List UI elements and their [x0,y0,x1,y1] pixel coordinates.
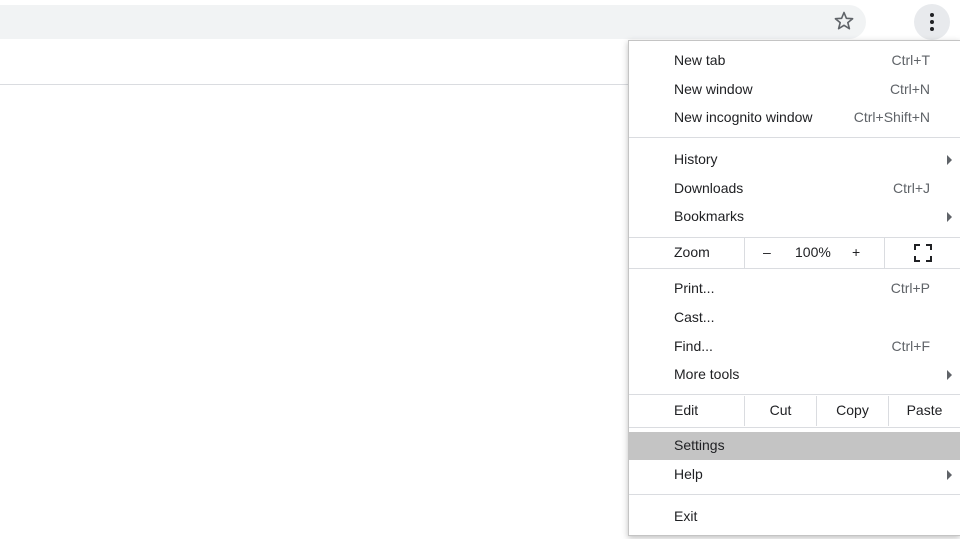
cut-button[interactable]: Cut [744,396,816,426]
chrome-menu: New tab Ctrl+T New window Ctrl+N New inc… [628,40,960,536]
menu-item-exit[interactable]: Exit [629,503,960,531]
submenu-arrow-icon [947,155,952,165]
menu-separator [629,394,960,395]
menu-item-label: Exit [674,508,698,524]
menu-item-label: Find... [674,338,713,354]
menu-item-history[interactable]: History [629,146,960,174]
menu-button[interactable] [914,4,950,40]
address-bar[interactable] [0,5,866,39]
menu-item-print[interactable]: Print... Ctrl+P [629,275,960,303]
menu-item-cast[interactable]: Cast... [629,304,960,332]
fullscreen-icon [914,244,932,262]
menu-item-shortcut: Ctrl+J [893,180,930,196]
menu-item-label: History [674,151,718,167]
menu-item-label: Bookmarks [674,208,745,224]
menu-item-help[interactable]: Help [629,461,960,489]
copy-label: Copy [836,402,869,418]
browser-toolbar [0,0,960,44]
three-dots-vertical-icon [930,13,934,31]
menu-item-shortcut: Ctrl+T [891,52,931,68]
paste-button[interactable]: Paste [888,396,960,426]
star-icon[interactable] [833,10,855,32]
menu-item-label: Settings [674,437,725,453]
menu-item-new-incognito-window[interactable]: New incognito window Ctrl+Shift+N [629,104,960,132]
menu-separator [629,268,960,269]
menu-item-settings[interactable]: Settings [629,432,960,460]
edit-label: Edit [674,402,699,418]
fullscreen-button[interactable] [884,238,960,268]
menu-item-label: Help [674,466,703,482]
menu-item-label: New incognito window [674,109,813,125]
menu-item-shortcut: Ctrl+Shift+N [853,109,930,125]
menu-item-label: Downloads [674,180,744,196]
menu-item-downloads[interactable]: Downloads Ctrl+J [629,175,960,203]
menu-item-new-window[interactable]: New window Ctrl+N [629,76,960,104]
menu-item-shortcut: Ctrl+N [889,81,930,97]
menu-separator [629,137,960,138]
zoom-value: 100% [795,244,831,260]
menu-item-label: Print... [674,280,715,296]
menu-item-bookmarks[interactable]: Bookmarks [629,203,960,231]
menu-item-find[interactable]: Find... Ctrl+F [629,333,960,361]
menu-item-label: Cast... [674,309,715,325]
submenu-arrow-icon [947,470,952,480]
cut-label: Cut [769,402,792,418]
copy-button[interactable]: Copy [816,396,888,426]
menu-separator [629,494,960,495]
menu-item-shortcut: Ctrl+P [890,280,930,296]
zoom-controls: – 100% [744,238,831,268]
menu-item-label: New window [674,81,753,97]
menu-item-shortcut: Ctrl+F [891,338,931,354]
submenu-arrow-icon [947,212,952,222]
menu-item-label: New tab [674,52,726,68]
zoom-row: Zoom – 100% + [629,238,960,268]
menu-item-new-tab[interactable]: New tab Ctrl+T [629,47,960,75]
content-divider [0,84,628,85]
menu-item-label: More tools [674,366,740,382]
menu-separator [629,427,960,428]
paste-label: Paste [906,402,943,418]
zoom-minus-button[interactable]: – [763,244,771,260]
zoom-label: Zoom [674,244,710,260]
edit-row: Edit Cut Copy Paste [629,396,960,426]
zoom-plus-button[interactable]: + [852,244,860,260]
submenu-arrow-icon [947,370,952,380]
menu-item-more-tools[interactable]: More tools [629,361,960,389]
